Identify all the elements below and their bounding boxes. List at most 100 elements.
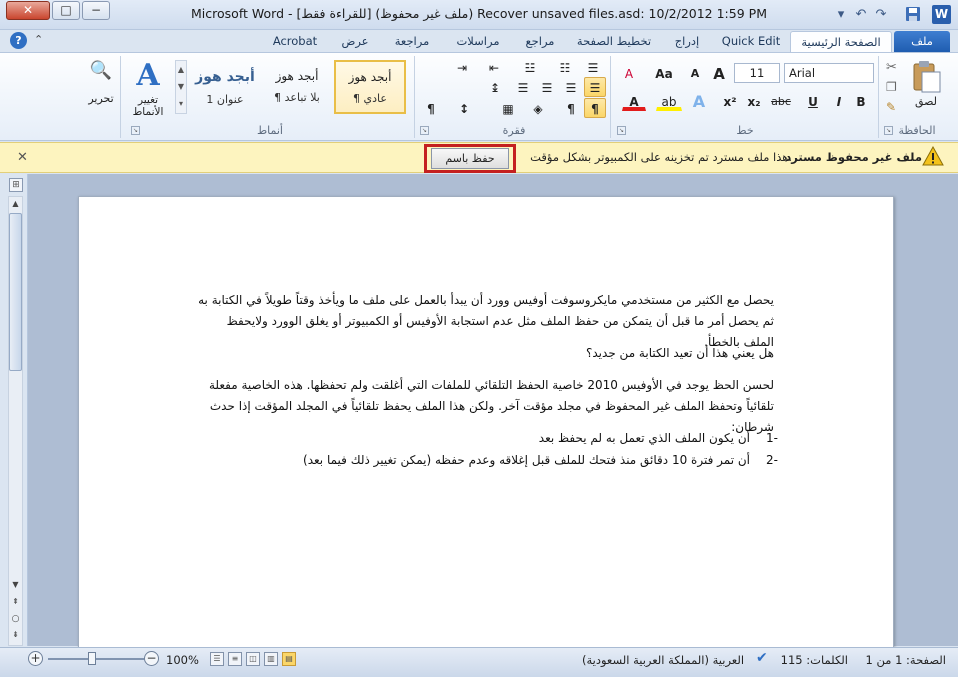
draft-view-icon[interactable]: ☰ [210, 652, 224, 666]
paste-icon[interactable] [908, 58, 944, 94]
justify-button[interactable]: ☰ [512, 77, 534, 97]
previous-page-icon[interactable]: ⇞ [9, 597, 22, 609]
change-styles-icon[interactable]: A [130, 58, 166, 94]
document-paragraph[interactable]: لحسن الحظ يوجد في الأوفيس 2010 خاصية الح… [194, 375, 774, 438]
tab-view[interactable]: عرض [332, 31, 378, 52]
style-name: ¶ عادي [353, 92, 387, 105]
font-size-box[interactable]: 11 [734, 63, 780, 83]
document-paragraph[interactable]: هل يعني هذا أن تعيد الكتابة من جديد؟ [194, 343, 774, 364]
page-count[interactable]: الصفحة: 1 من 1 [866, 653, 947, 667]
minimize-ribbon-icon[interactable]: ⌃ [34, 33, 43, 46]
scroll-thumb[interactable] [9, 213, 22, 371]
style-name: عنوان 1 [206, 93, 244, 106]
font-name-box[interactable]: Arial [784, 63, 874, 83]
tab-mailings[interactable]: مراسلات [446, 31, 510, 52]
zoom-in-button[interactable]: + [28, 651, 43, 666]
close-info-bar-icon[interactable]: ✕ [17, 150, 28, 165]
maximize-window-button[interactable]: □ [52, 1, 80, 20]
zoom-out-button[interactable]: − [144, 651, 159, 666]
tab-insert[interactable]: إدراج [664, 31, 710, 52]
full-screen-reading-icon[interactable]: ▥ [264, 652, 278, 666]
styles-scroll-icon[interactable]: ▲ ▼ ▾ [175, 60, 187, 114]
text-effects-button[interactable]: A [688, 91, 710, 111]
font-color-button[interactable]: A [622, 91, 646, 111]
proofing-icon[interactable]: ✔ [756, 650, 768, 666]
web-layout-icon[interactable]: ◫ [246, 652, 260, 666]
tab-review[interactable]: مراجعة [384, 31, 440, 52]
sort-button[interactable]: ↕ [452, 98, 476, 118]
tab-file[interactable]: ملف [894, 31, 950, 52]
redo-icon[interactable]: ↷ [872, 6, 890, 24]
multilevel-list-button[interactable]: ☳ [512, 57, 548, 77]
style-no-spacing[interactable]: أبجد هوز ¶ بلا تباعد [262, 60, 332, 114]
style-normal[interactable]: أبجد هوز ¶ عادي [334, 60, 406, 114]
word-count[interactable]: الكلمات: 115 [781, 653, 848, 667]
font-launcher-icon[interactable]: ↘ [617, 126, 626, 135]
list-item[interactable]: أن يكون الملف الذي تعمل به لم يحفظ بعد 1… [250, 431, 778, 445]
group-separator [120, 56, 121, 138]
highlight-button[interactable]: ab [656, 91, 682, 111]
italic-button[interactable]: I [830, 91, 848, 111]
clipboard-launcher-icon[interactable]: ↘ [884, 126, 893, 135]
list-item-text: أن يكون الملف الذي تعمل به لم يحفظ بعد [538, 431, 750, 445]
zoom-level[interactable]: 100% [166, 653, 199, 667]
next-page-icon[interactable]: ⇟ [9, 630, 22, 642]
save-as-button[interactable]: حفظ باسم [431, 148, 509, 169]
subscript-button[interactable]: x₂ [744, 91, 764, 111]
editing-label[interactable]: تحرير [84, 92, 118, 105]
tab-home[interactable]: الصفحة الرئيسية [790, 31, 892, 52]
group-label-font: خط [736, 124, 754, 137]
bold-button[interactable]: B [852, 91, 870, 111]
shrink-font-button[interactable]: A [684, 63, 706, 83]
find-binoculars-icon[interactable]: 🔍 [88, 60, 114, 86]
scroll-up-icon[interactable]: ▲ [9, 197, 22, 211]
numbering-button[interactable]: ☷ [552, 57, 578, 77]
style-heading-1[interactable]: أبجد هوز عنوان 1 [190, 60, 260, 114]
line-spacing-button[interactable]: ↨ [482, 77, 508, 97]
customize-qat-icon[interactable]: ▾ [832, 6, 850, 24]
zoom-slider[interactable] [48, 658, 144, 660]
change-case-button[interactable]: Aa [650, 63, 678, 83]
ruler-toggle-icon[interactable]: ⊞ [9, 178, 23, 192]
save-icon[interactable] [904, 6, 922, 24]
copy-icon[interactable]: ❐ [886, 80, 897, 94]
paste-label[interactable]: لصق [906, 95, 946, 108]
decrease-indent-button[interactable]: ⇤ [480, 57, 508, 77]
help-icon[interactable]: ? [10, 32, 27, 49]
undo-icon[interactable]: ↶ [852, 6, 870, 24]
close-window-button[interactable]: ✕ [6, 1, 50, 20]
underline-button[interactable]: U [804, 91, 822, 111]
paragraph-launcher-icon[interactable]: ↘ [420, 126, 429, 135]
clear-formatting-button[interactable]: A [616, 63, 642, 83]
ltr-button[interactable]: ¶ [560, 98, 582, 118]
format-painter-icon[interactable]: ✎ [886, 100, 896, 114]
superscript-button[interactable]: x² [720, 91, 740, 111]
browse-object-icon[interactable]: ○ [9, 614, 22, 626]
shading-button[interactable]: ◈ [524, 98, 552, 118]
bullets-button[interactable]: ☰ [582, 57, 604, 77]
change-styles-label[interactable]: تغيير الأنماط [122, 94, 174, 118]
show-marks-button[interactable]: ¶ [420, 98, 442, 118]
print-layout-view-icon[interactable]: ▤ [282, 652, 296, 666]
minimize-window-button[interactable]: − [82, 1, 110, 20]
group-separator [610, 56, 611, 138]
cut-icon[interactable]: ✂ [886, 60, 897, 75]
strikethrough-button[interactable]: abc [768, 91, 794, 111]
tab-references[interactable]: مراجع [516, 31, 564, 52]
language-indicator[interactable]: العربية (المملكة العربية السعودية) [582, 653, 744, 667]
tab-acrobat[interactable]: Acrobat [266, 31, 324, 52]
borders-button[interactable]: ▦ [494, 98, 522, 118]
outline-view-icon[interactable]: ≡ [228, 652, 242, 666]
list-item[interactable]: أن تمر فترة 10 دقائق منذ فتحك للملف قبل … [250, 453, 778, 467]
zoom-slider-thumb[interactable] [88, 652, 96, 665]
tab-quick-edit[interactable]: Quick Edit [716, 31, 786, 52]
tab-page-layout[interactable]: تخطيط الصفحة [570, 31, 658, 52]
styles-launcher-icon[interactable]: ↘ [131, 126, 140, 135]
align-right-button[interactable]: ☰ [584, 77, 606, 97]
center-button[interactable]: ☰ [560, 77, 582, 97]
increase-indent-button[interactable]: ⇥ [448, 57, 476, 77]
scroll-down-icon[interactable]: ▼ [9, 580, 22, 592]
grow-font-button[interactable]: A [708, 63, 730, 83]
rtl-button[interactable]: ¶ [584, 98, 606, 118]
align-left-button[interactable]: ☰ [536, 77, 558, 97]
